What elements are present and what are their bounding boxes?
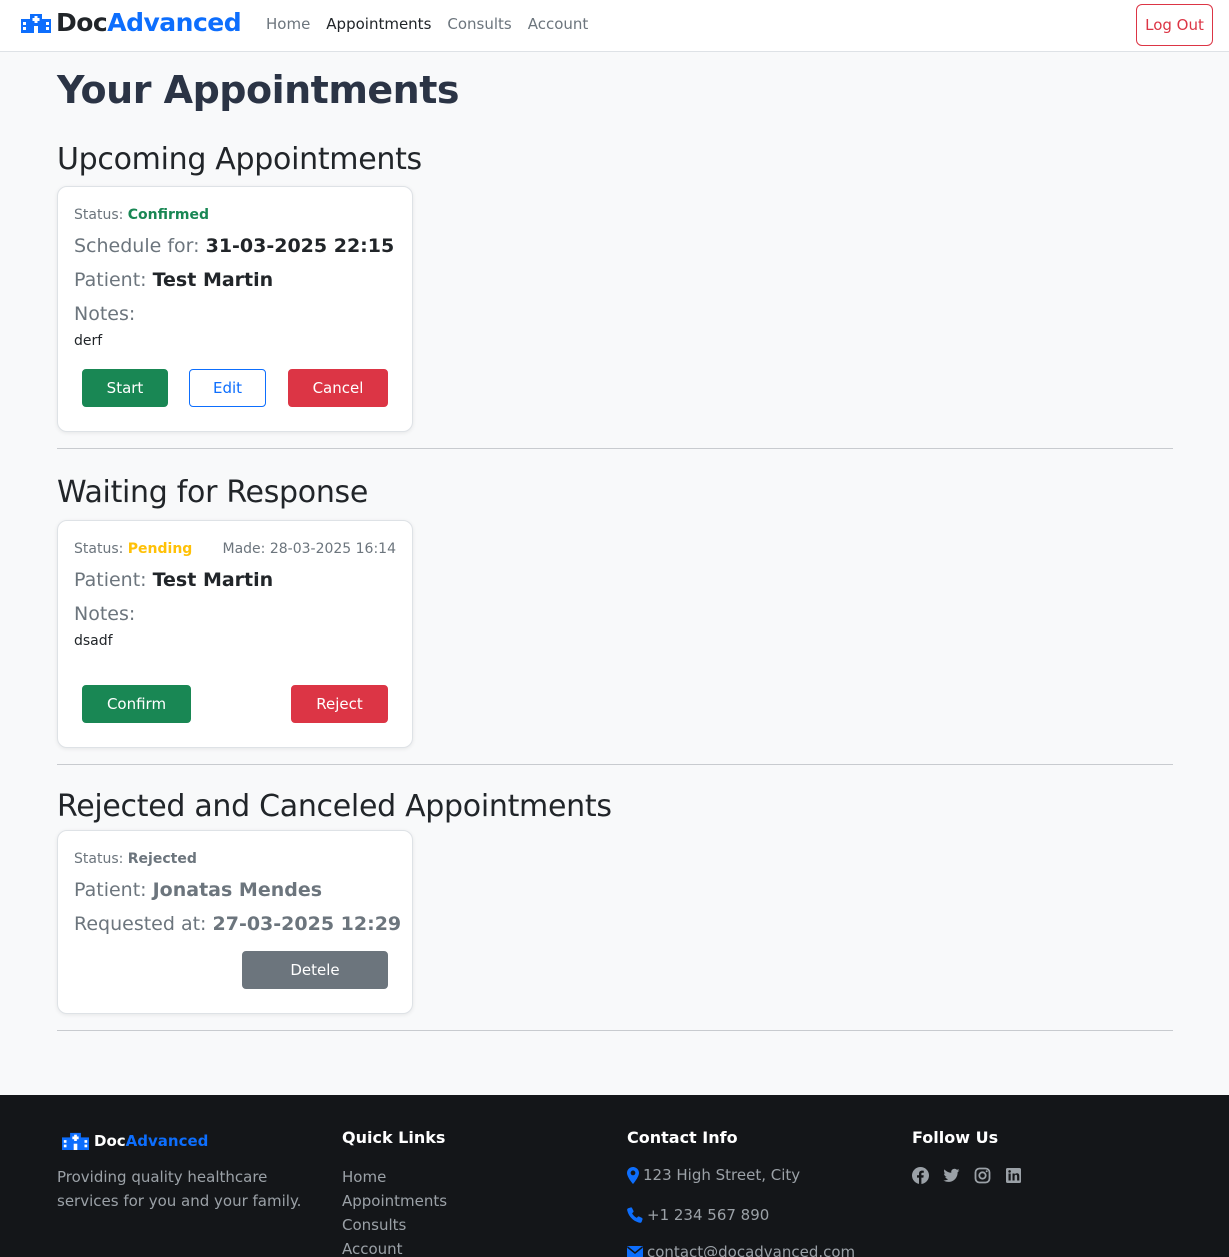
cancel-button[interactable]: Cancel <box>288 369 388 407</box>
nav-consults[interactable]: Consults <box>447 15 511 33</box>
footer: DocAdvanced Providing quality healthcare… <box>0 1095 1229 1257</box>
notes-label: Notes: <box>74 603 136 625</box>
logout-button[interactable]: Log Out <box>1136 4 1213 46</box>
footer-brand-advanced-text: Advanced <box>125 1132 209 1150</box>
contact-address: 123 High Street, City <box>627 1166 800 1184</box>
status-label: Status: <box>74 541 124 557</box>
footer-link-appointments[interactable]: Appointments <box>342 1189 447 1213</box>
social-icons <box>912 1167 1022 1184</box>
delete-button[interactable]: Detele <box>242 951 388 989</box>
made-timestamp: Made: 28-03-2025 16:14 <box>222 541 396 557</box>
instagram-icon[interactable] <box>974 1167 991 1184</box>
nav-appointments[interactable]: Appointments <box>326 15 431 33</box>
status-line: Status: Confirmed <box>74 207 209 223</box>
patient-name: Test Martin <box>152 569 274 591</box>
patient-label: Patient: <box>74 569 147 591</box>
requested-label: Requested at: <box>74 913 207 935</box>
navbar: DocAdvanced Home Appointments Consults A… <box>0 0 1229 52</box>
patient-line: Patient: Test Martin <box>74 569 273 591</box>
start-button[interactable]: Start <box>82 369 168 407</box>
email-text[interactable]: contact@docadvanced.com <box>647 1243 855 1257</box>
brand-doc-text: Doc <box>56 8 108 37</box>
phone-text: +1 234 567 890 <box>647 1206 770 1224</box>
facebook-icon[interactable] <box>912 1167 929 1184</box>
map-pin-icon <box>627 1166 639 1184</box>
patient-line: Patient: Test Martin <box>74 269 273 291</box>
notes-text: dsadf <box>74 633 113 649</box>
footer-brand-doc-text: Doc <box>94 1132 126 1150</box>
upcoming-section-title: Upcoming Appointments <box>57 142 422 177</box>
confirm-button[interactable]: Confirm <box>82 685 191 723</box>
patient-line: Patient: Jonatas Mendes <box>74 879 322 901</box>
contact-email: contact@docadvanced.com <box>627 1243 855 1257</box>
status-badge: Confirmed <box>127 207 210 223</box>
schedule-line: Schedule for: 31-03-2025 22:15 <box>74 235 394 257</box>
brand-logo[interactable]: DocAdvanced <box>21 8 242 37</box>
patient-label: Patient: <box>74 269 147 291</box>
linkedin-icon[interactable] <box>1005 1167 1022 1184</box>
footer-description: Providing quality healthcare services fo… <box>57 1168 302 1210</box>
brand-advanced-text: Advanced <box>107 8 242 37</box>
status-line: Status: Rejected <box>74 851 197 867</box>
notes-text: derf <box>74 333 103 349</box>
schedule-value: 31-03-2025 22:15 <box>205 235 395 257</box>
footer-quick-links: Home Appointments Consults Account <box>342 1165 447 1257</box>
follow-heading: Follow Us <box>912 1128 999 1147</box>
page-title: Your Appointments <box>57 68 460 112</box>
status-label: Status: <box>74 207 124 223</box>
schedule-label: Schedule for: <box>74 235 200 257</box>
status-line: Status: Pending <box>74 541 192 557</box>
quick-links-heading: Quick Links <box>342 1128 446 1147</box>
footer-link-account[interactable]: Account <box>342 1237 447 1257</box>
phone-icon <box>627 1207 643 1223</box>
pending-appointment-card: Status: Pending Made: 28-03-2025 16:14 P… <box>57 520 413 748</box>
nav-links: Home Appointments Consults Account <box>266 15 604 33</box>
patient-label: Patient: <box>74 879 147 901</box>
contact-phone: +1 234 567 890 <box>627 1206 769 1224</box>
waiting-section-title: Waiting for Response <box>57 475 369 510</box>
patient-name: Jonatas Mendes <box>152 879 323 901</box>
address-text: 123 High Street, City <box>643 1166 801 1184</box>
nav-home[interactable]: Home <box>266 15 310 33</box>
notes-label: Notes: <box>74 303 136 325</box>
requested-value: 27-03-2025 12:29 <box>212 913 402 935</box>
upcoming-appointment-card: Status: Confirmed Schedule for: 31-03-20… <box>57 186 413 432</box>
status-label: Status: <box>74 851 124 867</box>
footer-brand-logo[interactable]: DocAdvanced <box>61 1132 208 1150</box>
envelope-icon <box>627 1246 643 1257</box>
footer-link-consults[interactable]: Consults <box>342 1213 447 1237</box>
edit-button[interactable]: Edit <box>189 369 266 407</box>
hospital-icon <box>62 1132 89 1150</box>
status-badge: Rejected <box>127 851 197 867</box>
hospital-icon <box>21 13 51 33</box>
requested-line: Requested at: 27-03-2025 12:29 <box>74 913 401 935</box>
divider <box>57 1030 1173 1031</box>
rejected-appointment-card: Status: Rejected Patient: Jonatas Mendes… <box>57 830 413 1014</box>
nav-account[interactable]: Account <box>528 15 589 33</box>
rejected-section-title: Rejected and Canceled Appointments <box>57 789 612 824</box>
reject-button[interactable]: Reject <box>291 685 388 723</box>
patient-name: Test Martin <box>152 269 274 291</box>
status-badge: Pending <box>127 541 193 557</box>
twitter-icon[interactable] <box>943 1167 960 1184</box>
footer-link-home[interactable]: Home <box>342 1165 447 1189</box>
divider <box>57 764 1173 765</box>
divider <box>57 448 1173 449</box>
contact-heading: Contact Info <box>627 1128 738 1147</box>
